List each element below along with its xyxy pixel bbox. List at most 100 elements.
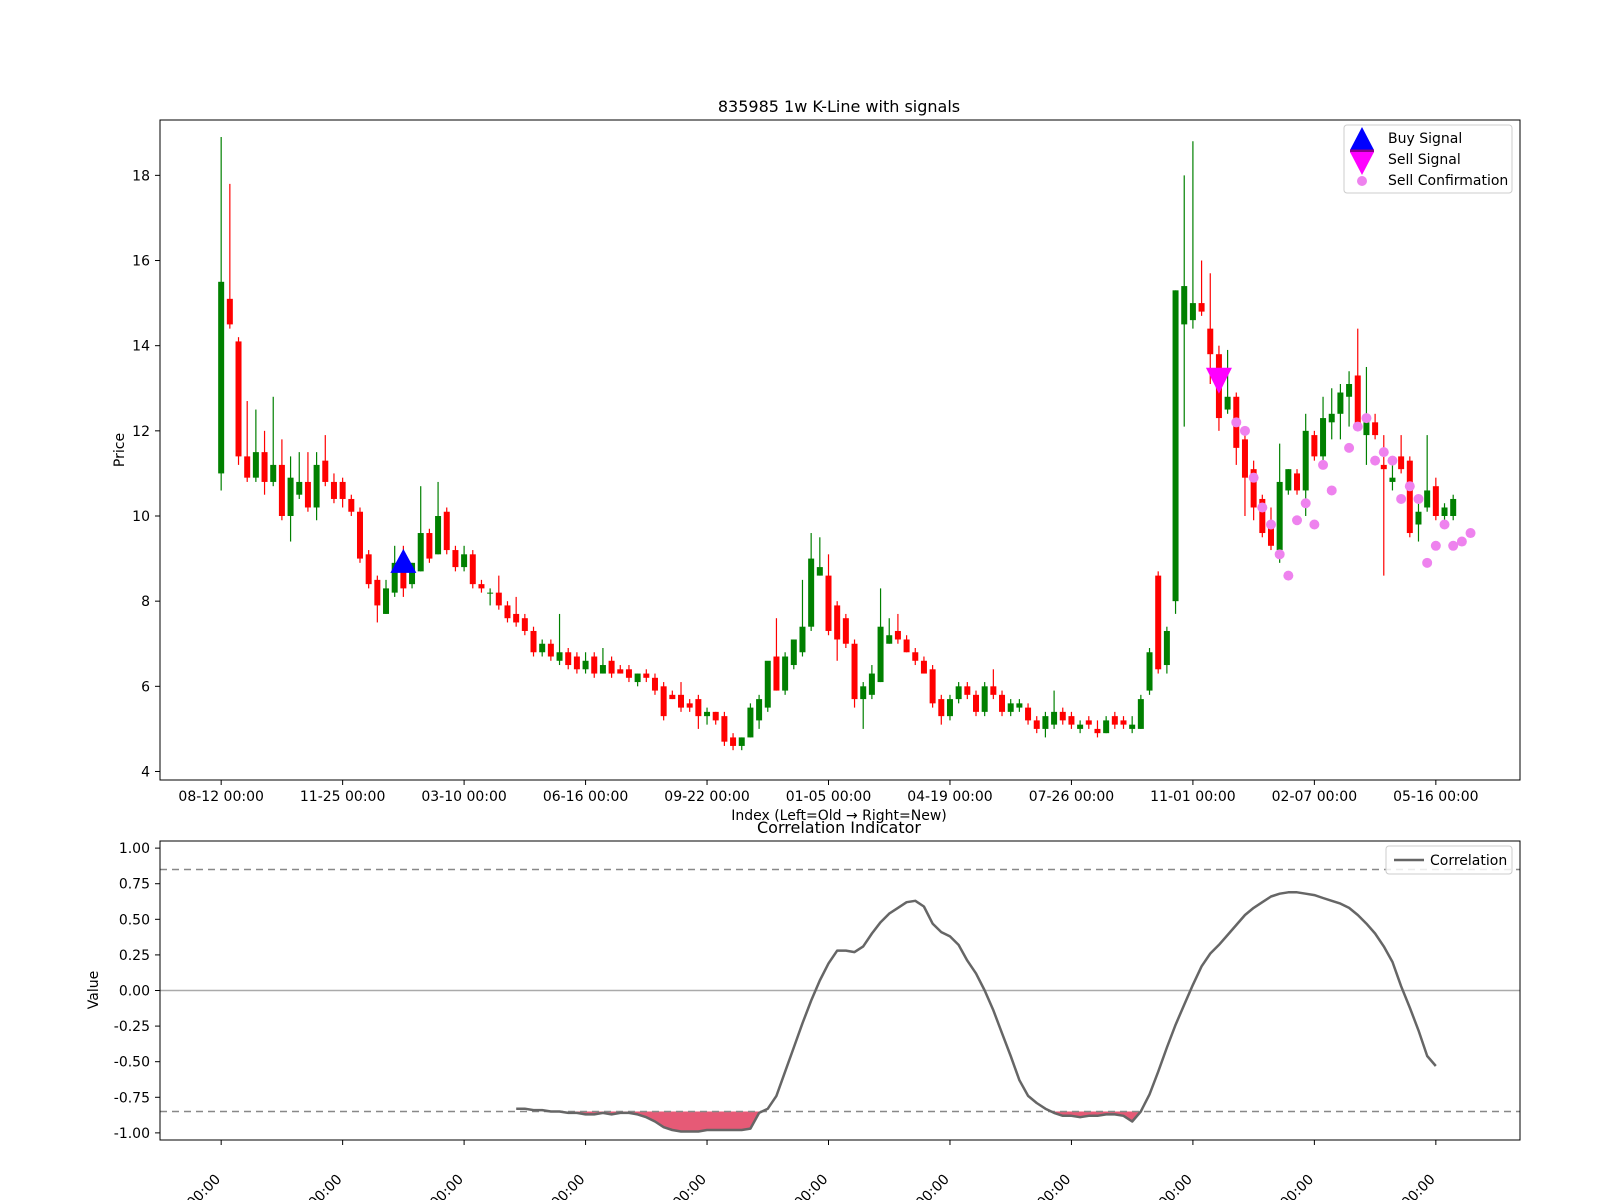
candle-body <box>634 673 641 683</box>
candle-body <box>252 452 259 478</box>
candle-body <box>513 613 520 623</box>
candle-body <box>374 579 381 606</box>
candle-body <box>955 686 962 700</box>
candle-body <box>1302 430 1309 491</box>
sell-confirmation-point <box>1378 447 1389 458</box>
candle-body <box>721 716 728 742</box>
candle-body <box>764 660 771 708</box>
candle-body <box>712 711 719 721</box>
candle-body <box>1441 507 1448 516</box>
candle-body <box>999 694 1006 712</box>
candle <box>356 507 363 563</box>
correlation-title: Correlation Indicator <box>757 818 921 837</box>
candle-body <box>356 511 363 559</box>
sell-confirmation-point <box>1370 455 1381 466</box>
sell-confirmation-point <box>1300 498 1311 509</box>
candle-body <box>842 618 849 644</box>
candle-body <box>1276 481 1283 551</box>
candle-body <box>790 639 797 666</box>
candle-body <box>643 673 650 678</box>
candle-body <box>686 703 693 708</box>
correlation-y-tick-label: -0.50 <box>114 1055 150 1071</box>
candle-body <box>1163 630 1170 666</box>
candle-body <box>504 605 511 619</box>
candle-body <box>1120 720 1127 725</box>
candle-body <box>1424 490 1431 508</box>
candle <box>1137 694 1144 729</box>
sell-confirmation-point <box>1265 519 1276 530</box>
candle-body <box>1311 435 1318 457</box>
candle-body <box>1007 703 1014 712</box>
sell-confirmation-point <box>1318 459 1329 470</box>
candle-body <box>478 584 485 589</box>
candle <box>929 665 936 708</box>
candle-body <box>469 554 476 585</box>
candle-body <box>894 630 901 640</box>
candle-body <box>539 643 546 653</box>
candle-body <box>1389 477 1396 482</box>
sell-confirmation-point <box>1352 421 1363 432</box>
candle-body <box>1172 290 1179 602</box>
kline-x-tick-label: 04-19 00:00 <box>907 789 992 805</box>
candle-body <box>1042 716 1049 729</box>
candle <box>842 613 849 648</box>
candle-body <box>1103 720 1110 734</box>
kline-legend: Buy Signal Sell Signal Sell Confirmation <box>1343 124 1513 194</box>
candle-body <box>1415 511 1422 525</box>
candle-body <box>530 630 537 653</box>
candle-body <box>1320 418 1327 457</box>
candle-body <box>808 558 815 627</box>
legend-buy-signal: Buy Signal <box>1388 131 1462 147</box>
kline-title: 835985 1w K-Line with signals <box>718 97 960 116</box>
kline-y-tick-label: 10 <box>132 509 150 525</box>
kline-x-tick-label: 11-25 00:00 <box>300 789 385 805</box>
kline-y-axis-label: Price <box>112 433 128 467</box>
kline-y-tick-label: 6 <box>141 679 150 695</box>
candle <box>1406 456 1413 538</box>
candle-body <box>461 554 468 568</box>
candle <box>747 703 754 738</box>
candle <box>365 550 372 589</box>
candle-body <box>487 592 494 594</box>
candle-body <box>625 669 632 678</box>
sell-confirmation-point <box>1396 493 1407 504</box>
sell-confirmation-point <box>1309 519 1320 530</box>
candle-body <box>304 481 311 508</box>
kline-x-tick-label: 03-10 00:00 <box>421 789 506 805</box>
candle-body <box>756 699 763 721</box>
candle <box>764 660 771 712</box>
candle-body <box>1181 286 1188 325</box>
candle-body <box>964 686 971 695</box>
legend-sell-confirmation: Sell Confirmation <box>1388 173 1508 189</box>
candle-body <box>287 477 294 516</box>
sell-confirmation-point <box>1413 493 1424 504</box>
candle-body <box>313 464 320 508</box>
candle-body <box>1294 473 1301 491</box>
candle-body <box>834 605 841 640</box>
kline-x-tick-label: 09-22 00:00 <box>664 789 749 805</box>
candle <box>660 682 667 721</box>
candle-body <box>1189 303 1196 321</box>
candle-body <box>1137 699 1144 729</box>
sell-confirmation-legend-marker <box>1357 176 1367 186</box>
candle-body <box>599 665 606 674</box>
candle-body <box>417 533 424 572</box>
candle <box>1259 494 1266 538</box>
candle-body <box>1051 711 1058 725</box>
candle-body <box>261 452 268 482</box>
sell-confirmation-point <box>1422 557 1433 568</box>
candle <box>1172 290 1179 614</box>
candle <box>235 337 242 465</box>
candle-body <box>678 694 685 708</box>
sell-confirmation-point <box>1465 528 1476 539</box>
candle-body <box>903 639 910 653</box>
candle-body <box>1354 375 1361 427</box>
sell-confirmation-point <box>1239 425 1250 436</box>
candle-body <box>435 516 442 555</box>
candle-body <box>1372 422 1379 436</box>
candle <box>426 528 433 563</box>
sell-confirmation-point <box>1292 515 1303 526</box>
candle-body <box>938 699 945 717</box>
candle-body <box>1398 456 1405 470</box>
sell-confirmation-point <box>1387 455 1398 466</box>
